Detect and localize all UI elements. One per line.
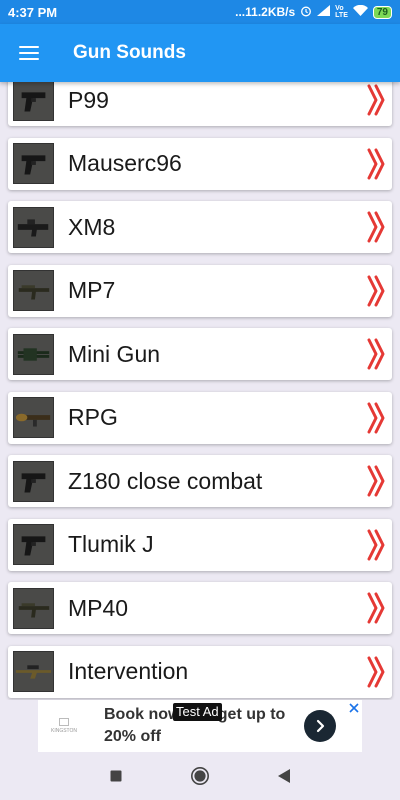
double-chevron-right-icon[interactable] (367, 146, 387, 182)
pistol-thumbnail (13, 460, 54, 502)
app-title: Gun Sounds (73, 42, 186, 63)
gun-label: Intervention (68, 658, 189, 684)
gun-list-item[interactable]: Z180 close combat (8, 455, 392, 507)
gun-list-item[interactable]: MP7 (8, 264, 392, 317)
status-icons: ...11.2KB/s Vo LTE 79 (235, 4, 392, 20)
gun-list-item[interactable]: Mauserc96 (8, 137, 392, 190)
network-speed: ...11.2KB/s (235, 5, 296, 19)
gun-label: Z180 close combat (68, 467, 263, 494)
double-chevron-right-icon[interactable] (367, 463, 387, 499)
sniper-thumbnail (13, 651, 54, 692)
gun-list[interactable]: P99 Mauserc96 XM8 MP7 Mini Gun RPG Z180 close … (0, 82, 400, 700)
gun-label: P99 (68, 86, 109, 113)
wifi-icon (352, 4, 368, 19)
test-ad-badge: Test Ad (173, 703, 222, 721)
double-chevron-right-icon[interactable] (367, 654, 387, 690)
rifle-thumbnail (13, 206, 54, 248)
square-recents-icon[interactable] (74, 752, 158, 800)
status-bar: 4:37 PM ...11.2KB/s Vo LTE 79 (0, 0, 400, 24)
double-chevron-right-icon[interactable] (367, 400, 387, 436)
smg-thumbnail (13, 270, 54, 311)
gun-label: MP40 (68, 594, 129, 621)
gun-label: MP7 (68, 277, 116, 303)
system-nav-bar (0, 752, 400, 800)
gun-list-item[interactable]: RPG (8, 391, 392, 444)
pistol-thumbnail (13, 82, 54, 121)
double-chevron-right-icon[interactable] (367, 82, 387, 118)
pistol-thumbnail (13, 524, 54, 565)
minigun-thumbnail (13, 333, 54, 375)
alarm-icon (300, 5, 312, 20)
gun-label: Mauserc96 (68, 150, 182, 176)
double-chevron-right-icon[interactable] (367, 336, 387, 372)
double-chevron-right-icon[interactable] (367, 209, 387, 245)
signal-icon (317, 5, 331, 19)
ad-choices-close-icon[interactable] (348, 702, 360, 714)
gun-list-item[interactable]: Tlumik J (8, 518, 392, 571)
ad-logo: KINGSTON (38, 700, 90, 752)
volte-bottom: LTE (335, 12, 348, 19)
hamburger-menu-icon[interactable] (0, 24, 58, 82)
gun-label: RPG (68, 404, 118, 430)
gun-label: Tlumik J (68, 531, 154, 557)
gun-list-item[interactable]: P99 (8, 82, 392, 126)
gun-list-item[interactable]: Mini Gun (8, 328, 392, 380)
status-time: 4:37 PM (8, 4, 58, 20)
battery-indicator: 79 (372, 5, 392, 19)
double-chevron-right-icon[interactable] (367, 273, 387, 309)
app-bar: Gun Sounds (0, 24, 400, 82)
ad-logo-text: KINGSTON (50, 728, 78, 734)
triangle-back-icon[interactable] (242, 752, 326, 800)
arrow-right-icon[interactable] (304, 710, 336, 742)
double-chevron-right-icon[interactable] (367, 527, 387, 563)
gun-list-item[interactable]: MP40 (8, 582, 392, 634)
gun-label: Mini Gun (68, 340, 161, 367)
gun-label: XM8 (68, 213, 116, 240)
gun-list-item[interactable]: XM8 (8, 201, 392, 253)
rocket-launcher-thumbnail (13, 397, 54, 438)
circle-home-icon[interactable] (158, 752, 242, 800)
gun-list-item[interactable]: Intervention (8, 645, 392, 698)
double-chevron-right-icon[interactable] (367, 590, 387, 626)
volte-top: Vo (335, 5, 344, 12)
volte-indicator: Vo LTE (335, 5, 348, 19)
pistol-thumbnail (13, 143, 54, 184)
smg-thumbnail (13, 587, 54, 629)
